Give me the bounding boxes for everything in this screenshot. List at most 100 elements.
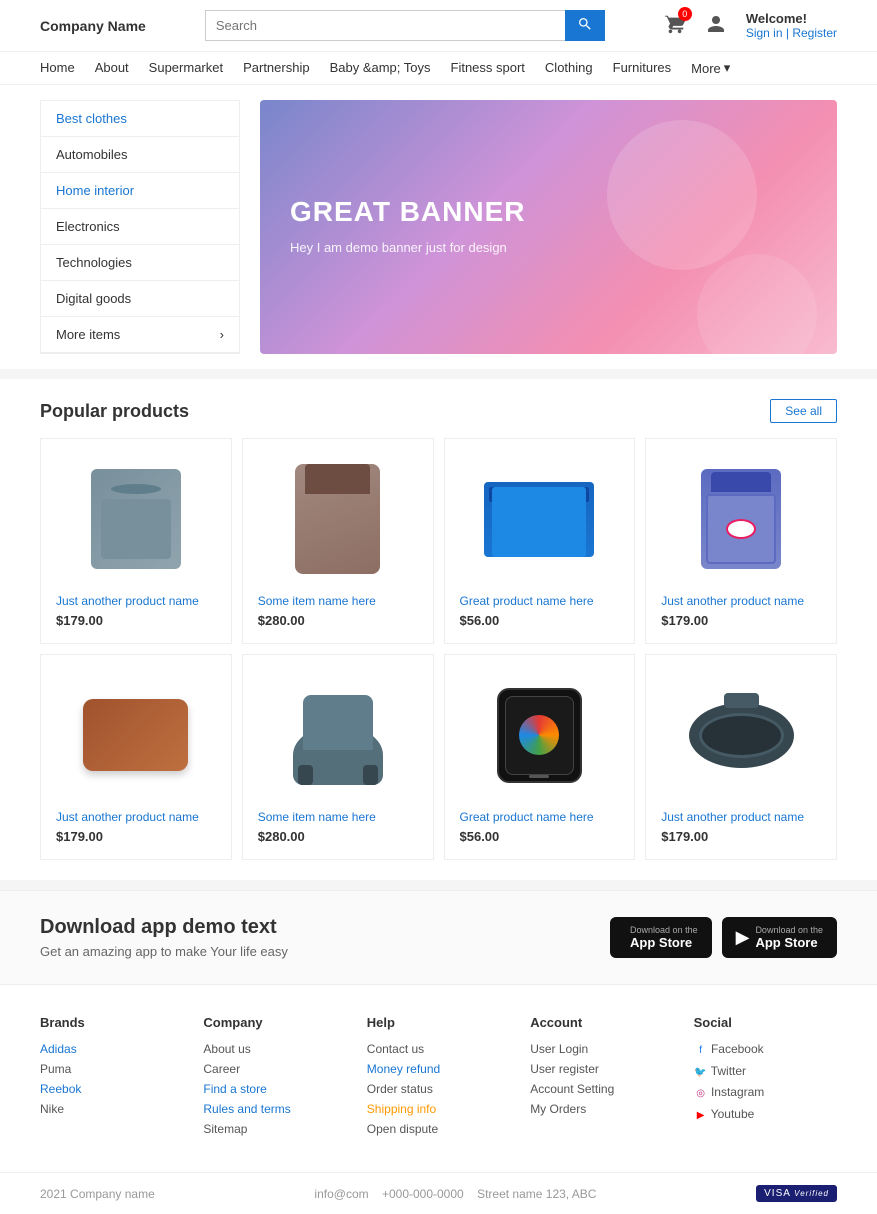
sidebar-item-automobiles[interactable]: Automobiles <box>41 137 239 173</box>
facebook-icon: f <box>694 1044 708 1058</box>
search-bar <box>205 10 605 41</box>
product-card[interactable]: Just another product name $179.00 <box>645 438 837 644</box>
sidebar-item-more[interactable]: More items › <box>41 317 239 353</box>
app-store-button-2[interactable]: ▶ Download on the App Store <box>722 917 837 958</box>
footer-company: Company About us Career Find a store Rul… <box>203 1015 346 1142</box>
product-card[interactable]: Some item name here $280.00 <box>242 438 434 644</box>
app-store-button-1[interactable]: Download on the App Store <box>610 917 712 958</box>
footer-link-user-register[interactable]: User register <box>530 1062 673 1076</box>
product-name[interactable]: Just another product name <box>661 594 821 608</box>
app-buttons: Download on the App Store ▶ Download on … <box>610 917 837 958</box>
twitter-icon: 🐦 <box>694 1065 708 1079</box>
download-text: Download app demo text Get an amazing ap… <box>40 916 288 959</box>
product-card[interactable]: Great product name here $56.00 <box>444 438 636 644</box>
product-name[interactable]: Just another product name <box>56 810 216 824</box>
product-name[interactable]: Great product name here <box>460 594 620 608</box>
sidebar-item-electronics[interactable]: Electronics <box>41 209 239 245</box>
visa-badge: VISA Verified <box>756 1185 837 1202</box>
footer-help-heading: Help <box>367 1015 510 1030</box>
sidebar-item-technologies[interactable]: Technologies <box>41 245 239 281</box>
product-name[interactable]: Some item name here <box>258 594 418 608</box>
youtube-icon: ▶ <box>694 1108 708 1122</box>
footer-link-find-store[interactable]: Find a store <box>203 1082 346 1096</box>
search-input[interactable] <box>205 10 565 41</box>
product-card[interactable]: Some item name here $280.00 <box>242 654 434 860</box>
nav-partnership[interactable]: Partnership <box>243 60 309 76</box>
google-play-icon: ▶ <box>736 927 750 948</box>
footer-link-account-setting[interactable]: Account Setting <box>530 1082 673 1096</box>
product-card[interactable]: Just another product name $179.00 <box>40 438 232 644</box>
sign-in-link[interactable]: Sign in <box>746 26 783 40</box>
footer-link-twitter[interactable]: 🐦 Twitter <box>694 1064 837 1080</box>
main-content: Best clothes Automobiles Home interior E… <box>0 85 877 369</box>
products-section: Popular products See all Just another pr… <box>0 379 877 880</box>
product-card[interactable]: Great product name here $56.00 <box>444 654 636 860</box>
nav-more[interactable]: More ▾ <box>691 60 730 76</box>
product-card[interactable]: Just another product name $179.00 <box>40 654 232 860</box>
product-price: $56.00 <box>460 829 620 844</box>
see-all-button[interactable]: See all <box>770 399 837 423</box>
footer-link-shipping[interactable]: Shipping info <box>367 1102 510 1116</box>
nav-supermarket[interactable]: Supermarket <box>149 60 223 76</box>
banner-circle-1 <box>607 120 757 270</box>
footer-account: Account User Login User register Account… <box>530 1015 673 1142</box>
footer-social: Social f Facebook 🐦 Twitter ◎ Instagram … <box>694 1015 837 1142</box>
footer-link-adidas[interactable]: Adidas <box>40 1042 183 1056</box>
footer-link-refund[interactable]: Money refund <box>367 1062 510 1076</box>
footer-link-sitemap[interactable]: Sitemap <box>203 1122 346 1136</box>
instagram-icon: ◎ <box>694 1087 708 1101</box>
navigation: Home About Supermarket Partnership Baby … <box>0 52 877 85</box>
cart-badge: 0 <box>678 7 692 21</box>
product-card[interactable]: Just another product name $179.00 <box>645 654 837 860</box>
footer-company-heading: Company <box>203 1015 346 1030</box>
user-icon <box>706 14 726 37</box>
product-price: $179.00 <box>56 613 216 628</box>
product-name[interactable]: Great product name here <box>460 810 620 824</box>
product-name[interactable]: Some item name here <box>258 810 418 824</box>
header: Company Name 0 Welcome! Sign in | Reg <box>0 0 877 52</box>
search-button[interactable] <box>565 10 605 41</box>
product-image <box>258 670 418 800</box>
copyright: 2021 Company name <box>40 1187 155 1201</box>
search-icon <box>577 16 593 32</box>
sidebar-item-digital-goods[interactable]: Digital goods <box>41 281 239 317</box>
nav-home[interactable]: Home <box>40 60 75 76</box>
nav-baby-toys[interactable]: Baby &amp; Toys <box>330 60 431 76</box>
chevron-right-icon: › <box>220 327 224 342</box>
footer-link-youtube[interactable]: ▶ Youtube <box>694 1107 837 1123</box>
download-section: Download app demo text Get an amazing ap… <box>0 890 877 984</box>
footer-brands-heading: Brands <box>40 1015 183 1030</box>
banner-circle-2 <box>697 254 817 354</box>
cart-button[interactable]: 0 <box>664 13 686 38</box>
sidebar-item-best-clothes[interactable]: Best clothes <box>41 101 239 137</box>
chevron-down-icon: ▾ <box>724 60 731 76</box>
footer-link-puma[interactable]: Puma <box>40 1062 183 1076</box>
product-name[interactable]: Just another product name <box>661 810 821 824</box>
footer-link-dispute[interactable]: Open dispute <box>367 1122 510 1136</box>
footer-link-facebook[interactable]: f Facebook <box>694 1042 837 1058</box>
nav-about[interactable]: About <box>95 60 129 76</box>
nav-furnitures[interactable]: Furnitures <box>613 60 672 76</box>
hero-banner: GREAT BANNER Hey I am demo banner just f… <box>260 100 837 354</box>
products-grid: Just another product name $179.00 Some i… <box>40 438 837 860</box>
footer-link-reebok[interactable]: Reebok <box>40 1082 183 1096</box>
footer-link-user-login[interactable]: User Login <box>530 1042 673 1056</box>
footer-link-nike[interactable]: Nike <box>40 1102 183 1116</box>
sidebar: Best clothes Automobiles Home interior E… <box>40 100 240 354</box>
footer-link-order-status[interactable]: Order status <box>367 1082 510 1096</box>
footer-link-instagram[interactable]: ◎ Instagram <box>694 1085 837 1101</box>
footer-link-about[interactable]: About us <box>203 1042 346 1056</box>
person-icon <box>706 14 726 34</box>
product-name[interactable]: Just another product name <box>56 594 216 608</box>
product-image <box>258 454 418 584</box>
footer-link-contact[interactable]: Contact us <box>367 1042 510 1056</box>
register-link[interactable]: Register <box>792 26 837 40</box>
nav-clothing[interactable]: Clothing <box>545 60 593 76</box>
footer-link-career[interactable]: Career <box>203 1062 346 1076</box>
footer-link-rules[interactable]: Rules and terms <box>203 1102 346 1116</box>
footer-account-heading: Account <box>530 1015 673 1030</box>
logo: Company Name <box>40 18 146 34</box>
footer-link-my-orders[interactable]: My Orders <box>530 1102 673 1116</box>
sidebar-item-home-interior[interactable]: Home interior <box>41 173 239 209</box>
nav-fitness[interactable]: Fitness sport <box>451 60 525 76</box>
